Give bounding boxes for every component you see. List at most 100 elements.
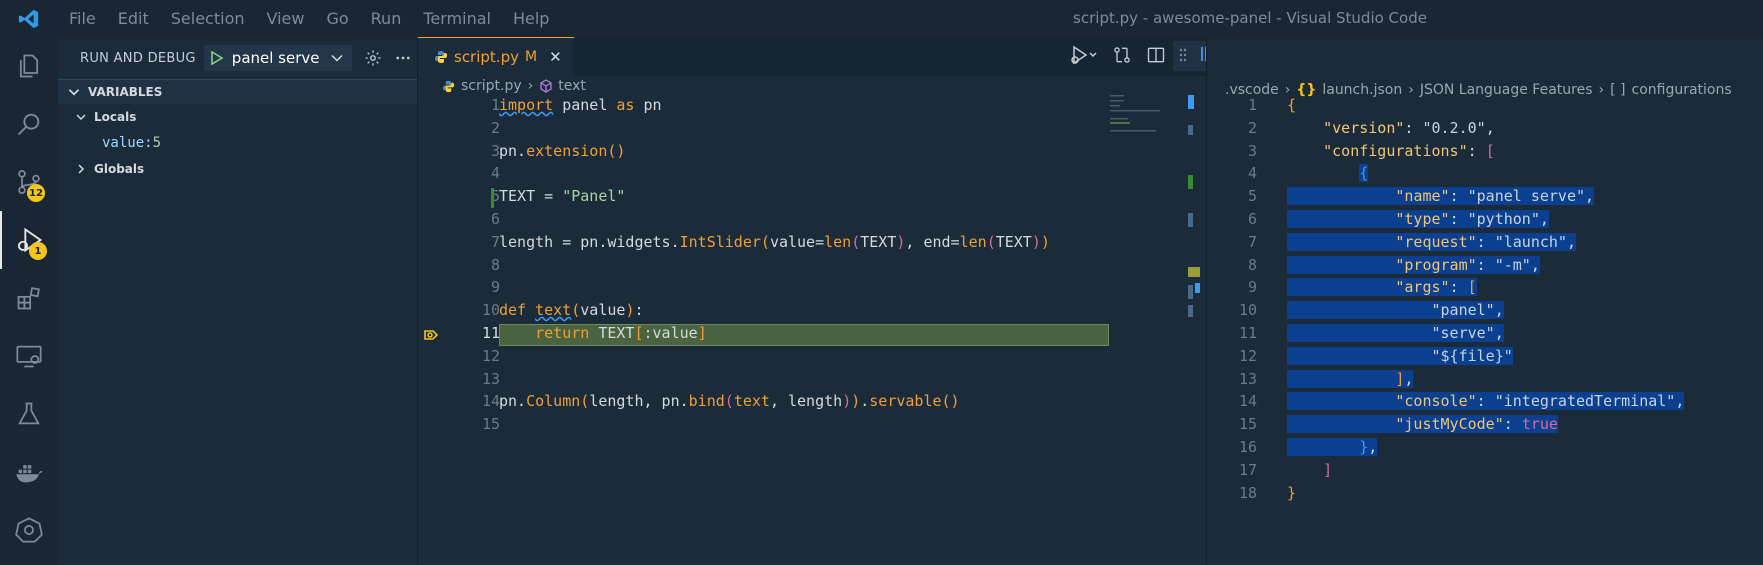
- extensions-icon[interactable]: [0, 269, 58, 327]
- code-line: 6: [490, 209, 500, 228]
- run-debug-icon[interactable]: 1: [0, 211, 58, 269]
- minimap[interactable]: [1108, 93, 1178, 153]
- json-code[interactable]: 1{ 2 "version": "0.2.0", 3 "configuratio…: [1207, 96, 1763, 506]
- code-line: 4 {: [1247, 164, 1369, 183]
- code-line: 1{: [1247, 96, 1297, 114]
- run-debug-sidebar: RUN AND DEBUG panel serve VARIABLES Loca…: [58, 37, 418, 565]
- variables-section-header[interactable]: VARIABLES: [58, 79, 417, 104]
- debug-badge: 1: [29, 242, 47, 260]
- close-icon[interactable]: ✕: [549, 48, 562, 66]
- more-actions-icon[interactable]: [394, 49, 412, 67]
- code-line: 12 "${file}": [1238, 346, 1513, 365]
- tab-label: script.py: [454, 48, 519, 66]
- globals-label: Globals: [94, 162, 145, 176]
- code-line: 9 "args": [: [1247, 278, 1477, 297]
- code-line: 15: [481, 415, 500, 434]
- menu-edit[interactable]: Edit: [107, 9, 160, 28]
- code-line: 12: [481, 346, 500, 365]
- breadcrumb: script.py › text: [418, 76, 1206, 96]
- globals-scope[interactable]: Globals: [58, 156, 417, 182]
- menu-terminal[interactable]: Terminal: [412, 9, 502, 28]
- chevron-right-icon: ›: [527, 78, 534, 94]
- chevron-down-icon: [330, 54, 343, 62]
- code-line-current: 11 return TEXT[:value]: [418, 323, 1206, 347]
- code-line: 7 "request": "launch",: [1247, 232, 1576, 251]
- breadcrumb-file[interactable]: script.py: [461, 78, 522, 94]
- code-line: 13: [481, 369, 500, 388]
- debug-config-name: panel serve: [231, 49, 320, 67]
- json-editor: .vscode › {} launch.json › JSON Language…: [1206, 37, 1763, 565]
- menu-run[interactable]: Run: [360, 9, 413, 28]
- variable-value: 5: [152, 135, 162, 151]
- remote-explorer-icon[interactable]: [0, 327, 58, 385]
- tab-modified-indicator: M: [524, 49, 538, 65]
- code-line: 11 "serve",: [1238, 323, 1504, 342]
- menu-bar: File Edit Selection View Go Run Terminal…: [58, 9, 560, 28]
- code-line: 14 "console": "integratedTerminal",: [1238, 392, 1685, 411]
- code-line: 5 TEXT = "Panel": [418, 187, 1206, 210]
- chevron-down-icon: [76, 114, 86, 121]
- code-line: 6 "type": "python",: [1247, 209, 1549, 228]
- code-line: 10 def text(value):: [481, 301, 644, 320]
- code-line: 14 pn.Column(length, pn.bind(text, length…: [481, 392, 960, 411]
- kubernetes-icon[interactable]: [0, 501, 58, 559]
- menu-file[interactable]: File: [58, 9, 107, 28]
- code-line: 10 "panel",: [1238, 301, 1504, 320]
- code-line: 1 import panel as pn: [490, 96, 662, 114]
- locals-label: Locals: [94, 110, 137, 124]
- split-editor-icon[interactable]: [1146, 45, 1166, 69]
- code-line: 8: [490, 255, 500, 274]
- window-title: script.py - awesome-panel - Visual Studi…: [1073, 9, 1427, 27]
- locals-scope[interactable]: Locals: [58, 104, 417, 130]
- python-editor: script.py M ✕ script.py › text 1 import p…: [418, 37, 1206, 565]
- code-line: 2 "version": "0.2.0",: [1247, 118, 1495, 137]
- run-debug-split-icon[interactable]: [1070, 45, 1098, 69]
- code-line: 7 length = pn.widgets.IntSlider(value=len…: [490, 232, 1050, 251]
- menu-go[interactable]: Go: [315, 9, 359, 28]
- menu-view[interactable]: View: [256, 9, 316, 28]
- run-debug-title: RUN AND DEBUG: [80, 50, 196, 66]
- activity-bar: 12 1: [0, 37, 58, 565]
- variable-row[interactable]: value : 5: [58, 130, 417, 156]
- python-file-icon: [435, 51, 447, 63]
- code-line: 8 "program": "-m",: [1247, 255, 1540, 274]
- python-file-icon: [442, 80, 455, 92]
- chevron-down-icon: [68, 89, 80, 96]
- python-code[interactable]: 1 import panel as pn 2 3 pn.extension() 4 …: [418, 96, 1206, 438]
- code-line: 17 ]: [1238, 460, 1333, 479]
- code-line: 3 pn.extension(): [490, 141, 626, 160]
- run-debug-header: RUN AND DEBUG panel serve: [58, 37, 417, 79]
- docker-icon[interactable]: [0, 443, 58, 501]
- menu-selection[interactable]: Selection: [160, 9, 256, 28]
- title-bar: File Edit Selection View Go Run Terminal…: [0, 0, 1763, 37]
- code-line: 16 },: [1238, 437, 1378, 456]
- function-symbol-icon: [540, 79, 552, 93]
- vscode-logo-icon: [0, 8, 58, 30]
- testing-icon[interactable]: [0, 385, 58, 443]
- code-line: 2: [490, 118, 500, 137]
- explorer-icon[interactable]: [0, 37, 58, 95]
- source-control-icon[interactable]: 12: [0, 153, 58, 211]
- gear-icon[interactable]: [364, 49, 382, 67]
- menu-help[interactable]: Help: [502, 9, 560, 28]
- tab-script-py[interactable]: script.py M ✕: [418, 37, 574, 76]
- search-icon[interactable]: [0, 95, 58, 153]
- scm-badge: 12: [27, 184, 45, 202]
- tab-bar: script.py M ✕: [418, 37, 1206, 76]
- code-line: 13 ],: [1238, 369, 1414, 388]
- code-line: 18}: [1238, 483, 1297, 502]
- debug-config-dropdown[interactable]: panel serve: [203, 45, 352, 71]
- code-line: 5 "name": "panel serve",: [1247, 187, 1595, 206]
- breadcrumb-symbol[interactable]: text: [558, 78, 586, 94]
- code-line: 9: [490, 278, 500, 297]
- compare-changes-icon[interactable]: [1112, 45, 1132, 69]
- start-debug-icon[interactable]: [210, 51, 224, 65]
- drag-handle-icon[interactable]: [1179, 47, 1187, 66]
- chevron-right-icon: [78, 164, 85, 174]
- code-line: 3 "configurations": [: [1247, 141, 1495, 160]
- variables-section-title: VARIABLES: [88, 85, 163, 99]
- code-line: 15 "justMyCode": true: [1238, 415, 1558, 434]
- variable-name: value: [102, 135, 145, 151]
- scrollbar[interactable]: [1188, 95, 1200, 565]
- code-line: 4: [490, 164, 500, 183]
